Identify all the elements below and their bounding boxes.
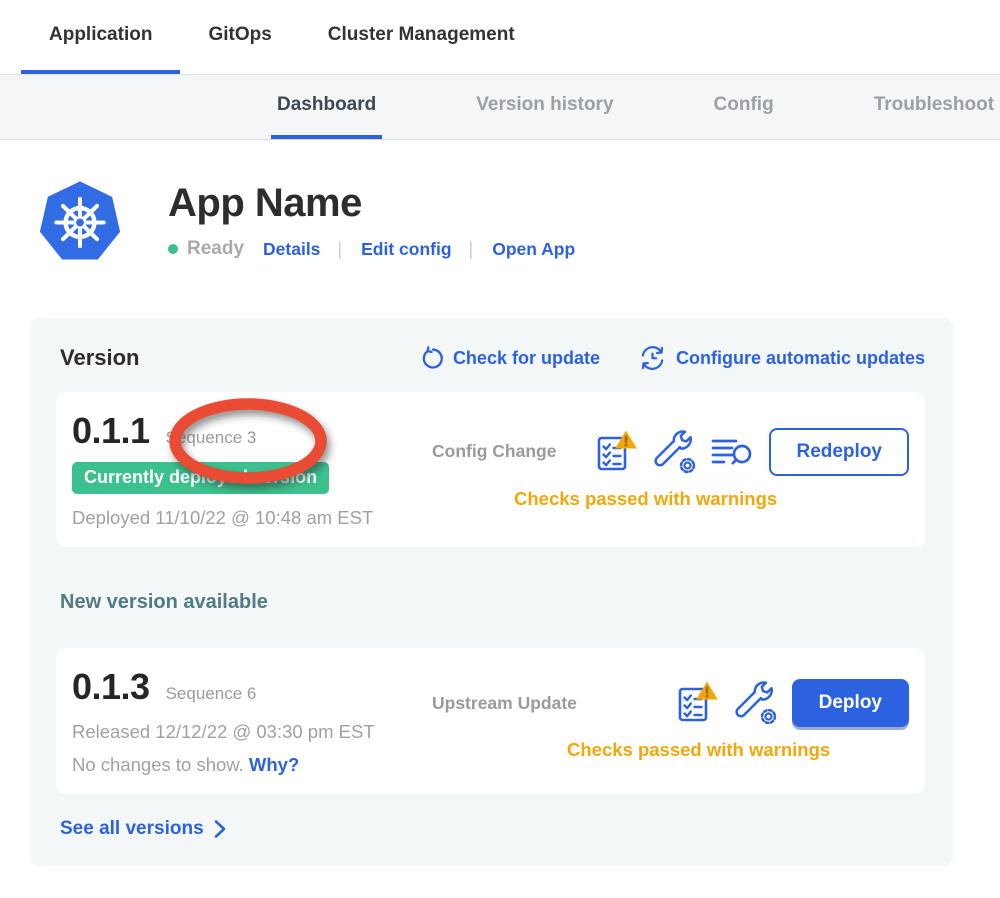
preflight-checks-icon[interactable] xyxy=(593,429,639,475)
version-heading: Version xyxy=(60,345,139,371)
refresh-icon xyxy=(419,346,444,371)
tab-config[interactable]: Config xyxy=(708,75,780,139)
current-version-card: 0.1.1 Sequence 3 Currently deployed vers… xyxy=(56,392,925,547)
primary-nav: Application GitOps Cluster Management xyxy=(0,0,1000,74)
tab-version-history[interactable]: Version history xyxy=(470,75,619,139)
config-tools-icon[interactable] xyxy=(734,680,778,726)
checks-status: Checks passed with warnings xyxy=(567,739,909,761)
redeploy-button[interactable]: Redeploy xyxy=(769,428,909,476)
deploy-button[interactable]: Deploy xyxy=(792,679,909,727)
version-panel: Version Check for update Configure autom… xyxy=(30,318,953,866)
divider: | xyxy=(337,239,342,260)
divider: | xyxy=(469,239,474,260)
configure-automatic-updates-link[interactable]: Configure automatic updates xyxy=(638,344,925,372)
edit-config-link[interactable]: Edit config xyxy=(361,239,451,260)
change-type-label: Config Change xyxy=(432,441,556,462)
available-version-sequence: Sequence 6 xyxy=(166,684,257,704)
current-version-number: 0.1.1 xyxy=(72,410,150,452)
check-for-update-link[interactable]: Check for update xyxy=(419,346,600,371)
current-version-sequence: Sequence 3 xyxy=(166,428,257,448)
change-type-label: Upstream Update xyxy=(432,693,577,714)
kubernetes-logo-icon xyxy=(35,177,125,268)
released-timestamp: Released 12/12/22 @ 03:30 pm EST xyxy=(72,721,417,743)
no-changes-text: No changes to show. xyxy=(72,754,244,775)
tab-troubleshoot[interactable]: Troubleshoot xyxy=(868,75,1000,139)
details-link[interactable]: Details xyxy=(263,239,320,260)
preflight-checks-icon[interactable] xyxy=(674,680,720,726)
see-all-versions-link[interactable]: See all versions xyxy=(60,818,226,840)
check-for-update-label: Check for update xyxy=(453,348,600,369)
status-ready-dot xyxy=(168,244,178,254)
configure-automatic-updates-label: Configure automatic updates xyxy=(676,348,925,369)
view-logs-icon[interactable] xyxy=(711,434,755,470)
available-version-number: 0.1.3 xyxy=(72,666,150,708)
why-link[interactable]: Why? xyxy=(249,754,299,775)
app-header: App Name Ready Details | Edit config | O… xyxy=(35,177,1000,268)
new-version-heading: New version available xyxy=(60,591,925,614)
page-title: App Name xyxy=(168,181,575,226)
config-tools-icon[interactable] xyxy=(653,429,697,475)
status-badge: Ready xyxy=(187,238,244,260)
available-version-card: 0.1.3 Sequence 6 Released 12/12/22 @ 03:… xyxy=(56,648,925,794)
tab-gitops[interactable]: GitOps xyxy=(180,0,299,74)
secondary-nav: Dashboard Version history Config Trouble… xyxy=(0,74,1000,140)
tab-application[interactable]: Application xyxy=(21,0,180,74)
currently-deployed-badge: Currently deployed version xyxy=(72,462,329,494)
deployed-timestamp: Deployed 11/10/22 @ 10:48 am EST xyxy=(72,507,417,529)
tab-cluster-management[interactable]: Cluster Management xyxy=(300,0,543,74)
chevron-right-icon xyxy=(214,820,226,838)
checks-status: Checks passed with warnings xyxy=(514,488,909,510)
tab-dashboard[interactable]: Dashboard xyxy=(271,75,382,139)
open-app-link[interactable]: Open App xyxy=(492,239,575,260)
auto-update-icon xyxy=(638,344,667,372)
see-all-versions-label: See all versions xyxy=(60,818,204,840)
